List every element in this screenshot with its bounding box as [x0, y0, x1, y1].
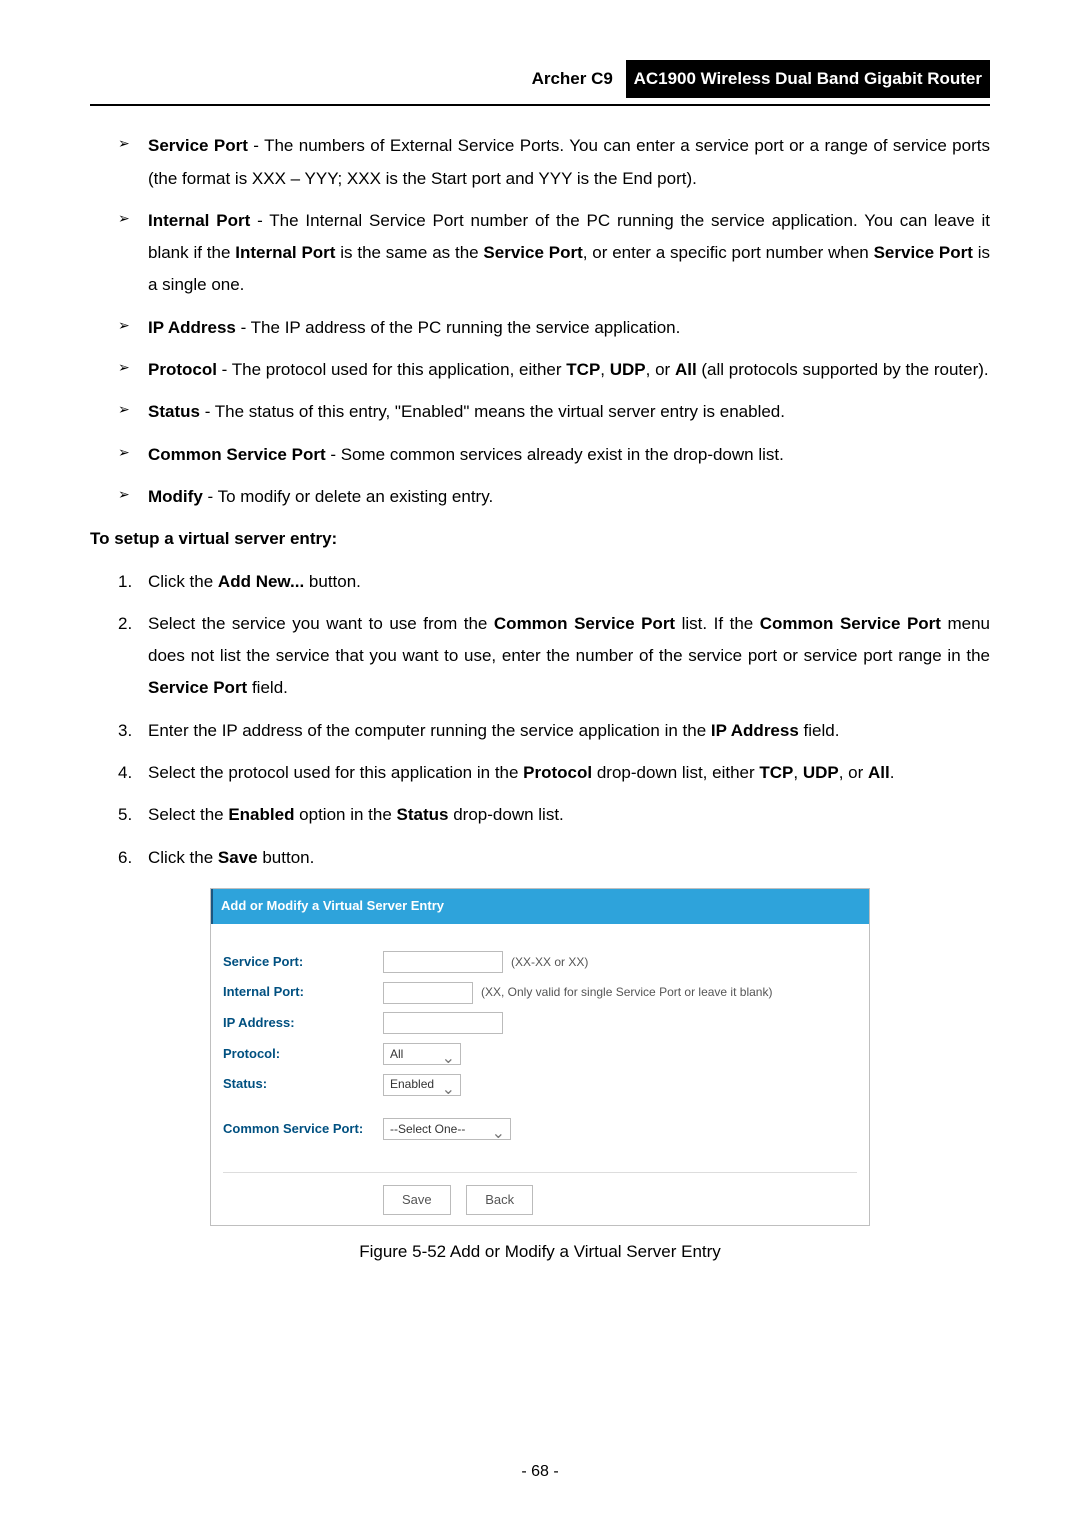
page-header: Archer C9 AC1900 Wireless Dual Band Giga…: [90, 60, 990, 106]
row-service-port: Service Port: (XX-XX or XX): [223, 950, 857, 975]
form-divider: [223, 1172, 857, 1173]
setup-heading: To setup a virtual server entry:: [90, 523, 990, 555]
header-title: AC1900 Wireless Dual Band Gigabit Router: [626, 60, 990, 98]
definition-list: Service Port - The numbers of External S…: [90, 130, 990, 513]
figure-container: Add or Modify a Virtual Server Entry Ser…: [90, 888, 990, 1269]
step-4: 4.Select the protocol used for this appl…: [118, 757, 990, 789]
bullet-modify: Modify - To modify or delete an existing…: [118, 481, 990, 513]
row-status: Status: Enabled: [223, 1072, 857, 1097]
row-ip-address: IP Address:: [223, 1011, 857, 1036]
select-protocol[interactable]: All: [383, 1043, 461, 1065]
header-model: Archer C9: [532, 69, 621, 88]
row-internal-port: Internal Port: (XX, Only valid for singl…: [223, 980, 857, 1005]
input-ip-address[interactable]: [383, 1012, 503, 1034]
step-5: 5.Select the Enabled option in the Statu…: [118, 799, 990, 831]
label-status: Status:: [223, 1072, 383, 1097]
step-6: 6.Click the Save button.: [118, 842, 990, 874]
row-common-service-port: Common Service Port: --Select One--: [223, 1117, 857, 1142]
bullet-internal-port: Internal Port - The Internal Service Por…: [118, 205, 990, 302]
save-button[interactable]: Save: [383, 1185, 451, 1216]
figure-caption: Figure 5-52 Add or Modify a Virtual Serv…: [90, 1236, 990, 1268]
bullet-common-service-port: Common Service Port - Some common servic…: [118, 439, 990, 471]
step-1: 1.Click the Add New... button.: [118, 566, 990, 598]
bullet-protocol: Protocol - The protocol used for this ap…: [118, 354, 990, 386]
hint-service-port: (XX-XX or XX): [511, 951, 588, 974]
select-status[interactable]: Enabled: [383, 1074, 461, 1096]
select-common-service-port[interactable]: --Select One--: [383, 1118, 511, 1140]
row-protocol: Protocol: All: [223, 1042, 857, 1067]
label-service-port: Service Port:: [223, 950, 383, 975]
virtual-server-form: Add or Modify a Virtual Server Entry Ser…: [210, 888, 870, 1227]
form-title: Add or Modify a Virtual Server Entry: [211, 889, 869, 924]
page-number: - 68 -: [0, 1457, 1080, 1487]
label-ip-address: IP Address:: [223, 1011, 383, 1036]
label-common-service-port: Common Service Port:: [223, 1117, 383, 1142]
label-protocol: Protocol:: [223, 1042, 383, 1067]
step-3: 3.Enter the IP address of the computer r…: [118, 715, 990, 747]
bullet-ip-address: IP Address - The IP address of the PC ru…: [118, 312, 990, 344]
bullet-status: Status - The status of this entry, "Enab…: [118, 396, 990, 428]
setup-steps: 1.Click the Add New... button. 2.Select …: [90, 566, 990, 874]
step-2: 2.Select the service you want to use fro…: [118, 608, 990, 705]
form-buttons: Save Back: [223, 1185, 857, 1216]
input-service-port[interactable]: [383, 951, 503, 973]
input-internal-port[interactable]: [383, 982, 473, 1004]
back-button[interactable]: Back: [466, 1185, 533, 1216]
bullet-service-port: Service Port - The numbers of External S…: [118, 130, 990, 195]
label-internal-port: Internal Port:: [223, 980, 383, 1005]
hint-internal-port: (XX, Only valid for single Service Port …: [481, 981, 772, 1004]
